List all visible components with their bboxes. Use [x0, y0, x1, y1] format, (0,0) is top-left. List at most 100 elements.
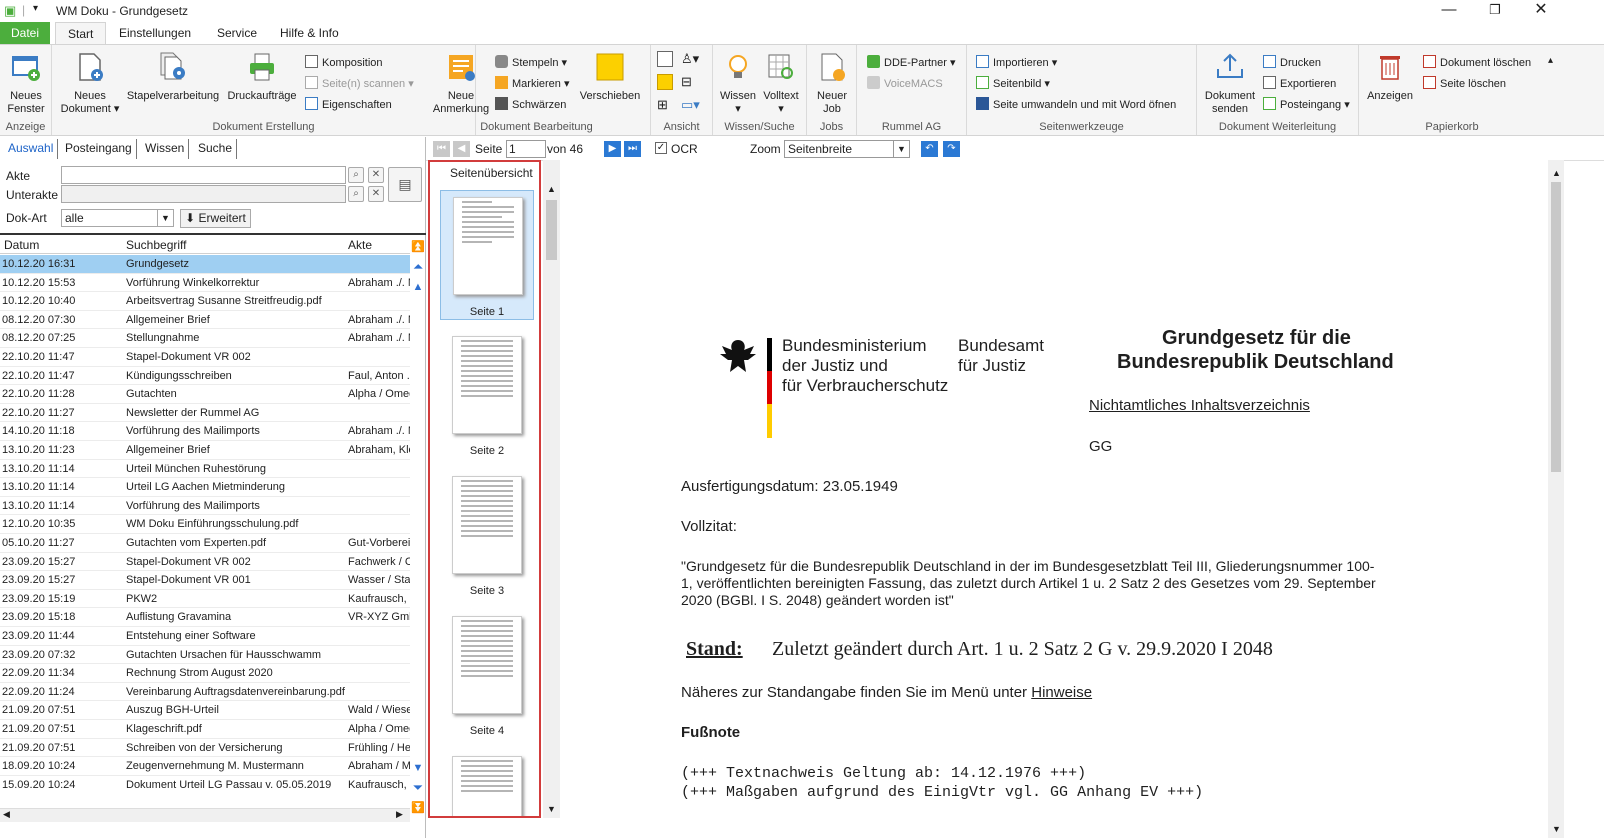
tab-einstellungen[interactable]: Einstellungen [107, 22, 203, 44]
page-up-icon[interactable]: ⏶ [411, 259, 425, 276]
tab-auswahl[interactable]: Auswahl [4, 139, 59, 159]
table-row[interactable]: 22.09.20 11:24 Vereinbarung Auftragsdaten… [0, 683, 410, 702]
thumbnail-page-1[interactable]: Seite 1 [440, 190, 534, 320]
zoom-select[interactable]: Seitenbreite ▼ [784, 140, 910, 158]
dde-partner-button[interactable]: DDE-Partner ▾ [867, 55, 956, 69]
prev-page-icon[interactable]: ◀ [453, 141, 470, 157]
erweitert-button[interactable]: ⬇ Erweitert [180, 209, 251, 228]
table-row[interactable]: 08.12.20 07:30 Allgemeiner Brief Abraham .… [0, 311, 410, 330]
verschieben-button[interactable]: Verschieben [575, 51, 645, 103]
volltext-button[interactable]: Volltext ▾ [759, 51, 803, 116]
schwaerzen-button[interactable]: Schwärzen [495, 97, 566, 111]
doc-scroll-down-icon[interactable]: ▼ [1552, 824, 1561, 834]
table-row[interactable]: 22.10.20 11:47 Kündigungsschreiben Faul, A… [0, 367, 410, 386]
first-record-icon[interactable]: ⏫ [411, 239, 425, 256]
table-row[interactable]: 12.10.20 10:35 WM Doku Einführungsschulun… [0, 515, 410, 534]
posteingang-button[interactable]: Posteingang ▾ [1263, 97, 1350, 111]
restore-button[interactable]: ❐ [1472, 0, 1518, 22]
seitenbild-button[interactable]: Seitenbild ▾ [976, 76, 1050, 90]
page-down-icon[interactable]: ⏷ [411, 780, 425, 797]
table-row[interactable]: 13.10.20 11:14 Urteil LG Aachen Mietminde… [0, 478, 410, 497]
tab-posteingang[interactable]: Posteingang [61, 139, 137, 159]
table-row[interactable]: 10.12.20 10:40 Arbeitsvertrag Susanne Str… [0, 292, 410, 311]
doc-scroll-up-icon[interactable]: ▲ [1552, 168, 1561, 178]
toc-link[interactable]: Nichtamtliches Inhaltsverzeichnis [1089, 397, 1310, 414]
seiten-scannen-button[interactable]: Seite(n) scannen ▾ [305, 76, 414, 90]
thumbnail-page-3[interactable]: Seite 3 [440, 470, 534, 600]
unterakte-clear-icon[interactable]: ✕ [368, 186, 384, 202]
folder-browse-icon[interactable]: ▤ [388, 167, 422, 202]
list-horizontal-scrollbar[interactable]: ◀ ▶ [0, 808, 410, 822]
akte-clear-icon[interactable]: ✕ [368, 167, 384, 183]
tab-start[interactable]: Start [55, 22, 107, 44]
next-record-icon[interactable]: ▼ [411, 760, 425, 777]
unterakte-input[interactable] [61, 185, 346, 203]
seite-loeschen-button[interactable]: Seite löschen [1423, 76, 1506, 90]
grid-view-icon[interactable] [657, 51, 673, 67]
exportieren-button[interactable]: Exportieren [1263, 76, 1336, 90]
stempeln-button[interactable]: Stempeln ▾ [495, 55, 567, 69]
scroll-right-icon[interactable]: ▶ [396, 809, 403, 820]
table-row[interactable]: 13.10.20 11:14 Vorführung des Mailimports [0, 497, 410, 516]
neue-anmerkung-button[interactable]: Neue Anmerkung [427, 51, 495, 116]
rotate-right-icon[interactable]: ↷ [943, 141, 960, 157]
table-row[interactable]: 23.09.20 15:27 Stapel-Dokument VR 001 Wass… [0, 571, 410, 590]
scroll-up-icon[interactable]: ▲ [547, 184, 556, 194]
tab-suche[interactable]: Suche [194, 139, 238, 159]
table-row[interactable]: 22.10.20 11:47 Stapel-Dokument VR 002 [0, 348, 410, 367]
tab-wissen[interactable]: Wissen [141, 139, 190, 159]
tab-service[interactable]: Service [205, 22, 269, 44]
neues-dokument-button[interactable]: Neues Dokument ▾ [56, 51, 124, 116]
table-row[interactable]: 23.09.20 15:27 Stapel-Dokument VR 002 Fach… [0, 553, 410, 572]
layout-view-icon[interactable]: ▭▾ [681, 97, 700, 113]
table-row[interactable]: 23.09.20 15:19 PKW2 Kaufrausch, [0, 590, 410, 609]
first-page-icon[interactable]: ⏮ [433, 141, 450, 157]
thumbnail-page-4[interactable]: Seite 4 [440, 610, 534, 740]
tile-view-icon[interactable]: ⊞ [657, 97, 668, 113]
hinweise-link[interactable]: Hinweise [1031, 684, 1092, 701]
tree-view-icon[interactable]: ⊟ [681, 74, 692, 90]
table-row[interactable]: 13.10.20 11:14 Urteil München Ruhestörung [0, 460, 410, 479]
last-page-icon[interactable]: ⏭ [624, 141, 641, 157]
eigenschaften-button[interactable]: Eigenschaften [305, 97, 392, 111]
neues-fenster-button[interactable]: Neues Fenster [4, 51, 48, 116]
table-row[interactable]: 22.10.20 11:28 Gutachten Alpha / Omeg [0, 385, 410, 404]
next-page-icon[interactable]: ▶ [604, 141, 621, 157]
importieren-button[interactable]: Importieren ▾ [976, 55, 1057, 69]
dokument-senden-button[interactable]: Dokument senden [1201, 51, 1259, 116]
scroll-left-icon[interactable]: ◀ [3, 809, 10, 820]
wissen-button[interactable]: Wissen ▾ [717, 51, 759, 116]
collapse-ribbon-icon[interactable]: ▴ [1548, 55, 1553, 66]
akte-input[interactable] [61, 166, 346, 184]
dokument-loeschen-button[interactable]: Dokument löschen [1423, 55, 1531, 69]
rotate-left-icon[interactable]: ↶ [921, 141, 938, 157]
scrollbar-thumb[interactable] [546, 200, 557, 260]
prev-record-icon[interactable]: ▲ [411, 279, 425, 296]
minimize-button[interactable]: — [1426, 0, 1472, 22]
ocr-checkbox[interactable]: ✓ [655, 142, 667, 154]
table-row[interactable]: 18.09.20 10:24 Zeugenvernehmung M. Muster… [0, 757, 410, 776]
tab-datei[interactable]: Datei [0, 22, 50, 44]
druckauftraege-button[interactable]: Druckaufträge [224, 51, 300, 103]
document-scrollbar[interactable]: ▲ ▼ [1548, 160, 1564, 838]
column-datum[interactable]: Datum [4, 238, 39, 252]
table-row[interactable]: 14.10.20 11:18 Vorführung des Mailimports… [0, 422, 410, 441]
tab-hilfe-info[interactable]: Hilfe & Info [268, 22, 351, 44]
table-row[interactable]: 21.09.20 07:51 Schreiben von der Versiche… [0, 739, 410, 758]
table-row[interactable]: 15.09.20 10:24 Dokument Urteil LG Passau … [0, 776, 410, 792]
table-row[interactable]: 10.12.20 16:31 Grundgesetz [0, 255, 410, 274]
doc-scrollbar-thumb[interactable] [1551, 182, 1561, 472]
column-akte[interactable]: Akte [348, 238, 372, 252]
neuer-job-button[interactable]: Neuer Job [811, 51, 853, 116]
table-row[interactable]: 21.09.20 07:51 Auszug BGH-Urteil Wald / Wi… [0, 701, 410, 720]
dokart-select[interactable]: alle ▼ [61, 209, 174, 227]
table-row[interactable]: 23.09.20 07:32 Gutachten Ursachen für Hau… [0, 646, 410, 665]
voicemacs-button[interactable]: VoiceMACS [867, 76, 943, 90]
markieren-button[interactable]: Markieren ▾ [495, 76, 569, 90]
table-row[interactable]: 08.12.20 07:25 Stellungnahme Abraham ./. M [0, 329, 410, 348]
table-row[interactable]: 22.10.20 11:27 Newsletter der Rummel AG [0, 404, 410, 423]
drucken-button[interactable]: Drucken [1263, 55, 1321, 69]
komposition-button[interactable]: Komposition [305, 55, 383, 69]
app-icon[interactable]: ▣ [4, 3, 16, 19]
quick-access-dropdown-icon[interactable]: ▾ [33, 3, 38, 14]
